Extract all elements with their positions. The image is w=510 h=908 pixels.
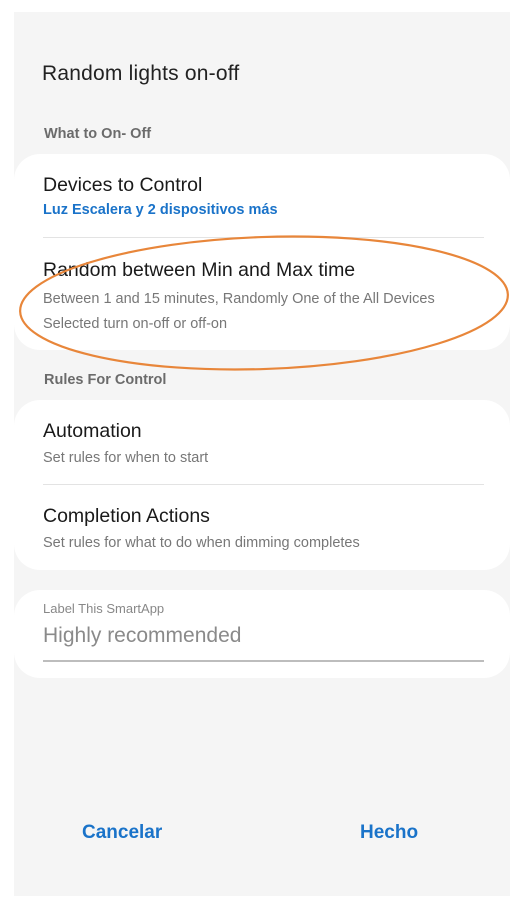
automation-title: Automation: [43, 420, 142, 442]
label-input[interactable]: Highly recommended: [43, 624, 241, 648]
done-button[interactable]: Hecho: [360, 822, 418, 844]
cancel-button[interactable]: Cancelar: [82, 822, 162, 844]
page-title: Random lights on-off: [42, 62, 240, 85]
automation-row[interactable]: Automation Set rules for when to start: [43, 420, 484, 471]
section-header-rules: Rules For Control: [44, 372, 167, 388]
random-time-title: Random between Min and Max time: [43, 259, 356, 281]
devices-to-control-row[interactable]: Devices to Control Luz Escalera y 2 disp…: [43, 174, 484, 219]
section-header-what: What to On- Off: [44, 126, 152, 142]
random-time-row[interactable]: Random between Min and Max time Between …: [43, 259, 484, 337]
label-input-underline: [43, 660, 484, 662]
what-card: Devices to Control Luz Escalera y 2 disp…: [14, 154, 510, 350]
label-card: Label This SmartApp Highly recommended: [14, 590, 510, 678]
row-divider: [43, 484, 484, 485]
smartapp-screen: Random lights on-off What to On- Off Dev…: [14, 12, 510, 896]
devices-to-control-title: Devices to Control: [43, 174, 203, 196]
rules-card: Automation Set rules for when to start C…: [14, 400, 510, 570]
completion-actions-description: Set rules for what to do when dimming co…: [43, 535, 360, 551]
devices-to-control-value: Luz Escalera y 2 dispositivos más: [43, 202, 278, 218]
completion-actions-title: Completion Actions: [43, 505, 210, 527]
label-field-label: Label This SmartApp: [43, 601, 165, 616]
random-time-description: Between 1 and 15 minutes, Randomly One o…: [43, 291, 435, 332]
row-divider: [43, 237, 484, 238]
completion-actions-row[interactable]: Completion Actions Set rules for what to…: [43, 505, 484, 556]
automation-description: Set rules for when to start: [43, 450, 209, 466]
